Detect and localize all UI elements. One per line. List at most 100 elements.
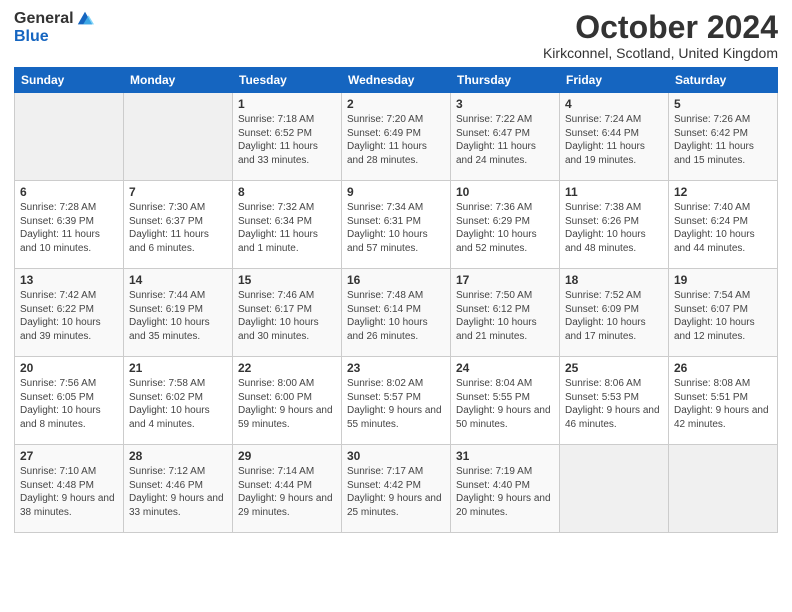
day-detail: Sunrise: 7:46 AM Sunset: 6:17 PM Dayligh…: [238, 289, 336, 343]
day-number: 14: [129, 273, 227, 287]
day-detail: Sunrise: 8:04 AM Sunset: 5:55 PM Dayligh…: [456, 377, 554, 431]
header: General Blue October 2024 Kirkconnel, Sc…: [14, 10, 778, 61]
day-cell: 23 Sunrise: 8:02 AM Sunset: 5:57 PM Dayli…: [342, 357, 451, 445]
day-detail: Sunrise: 8:00 AM Sunset: 6:00 PM Dayligh…: [238, 377, 336, 431]
day-number: 25: [565, 361, 663, 375]
day-cell: 29 Sunrise: 7:14 AM Sunset: 4:44 PM Dayli…: [233, 445, 342, 533]
week-row-2: 6 Sunrise: 7:28 AM Sunset: 6:39 PM Daylig…: [15, 181, 778, 269]
day-detail: Sunrise: 7:17 AM Sunset: 4:42 PM Dayligh…: [347, 465, 445, 519]
day-number: 2: [347, 97, 445, 111]
day-cell: 2 Sunrise: 7:20 AM Sunset: 6:49 PM Daylig…: [342, 93, 451, 181]
day-cell: 14 Sunrise: 7:44 AM Sunset: 6:19 PM Dayli…: [124, 269, 233, 357]
day-cell: 5 Sunrise: 7:26 AM Sunset: 6:42 PM Daylig…: [669, 93, 778, 181]
day-number: 18: [565, 273, 663, 287]
day-cell: [15, 93, 124, 181]
day-detail: Sunrise: 7:34 AM Sunset: 6:31 PM Dayligh…: [347, 201, 445, 255]
location: Kirkconnel, Scotland, United Kingdom: [543, 45, 778, 61]
col-sunday: Sunday: [15, 68, 124, 93]
page: General Blue October 2024 Kirkconnel, Sc…: [0, 0, 792, 612]
day-number: 8: [238, 185, 336, 199]
day-detail: Sunrise: 7:56 AM Sunset: 6:05 PM Dayligh…: [20, 377, 118, 431]
day-cell: 9 Sunrise: 7:34 AM Sunset: 6:31 PM Daylig…: [342, 181, 451, 269]
header-row: Sunday Monday Tuesday Wednesday Thursday…: [15, 68, 778, 93]
day-cell: 24 Sunrise: 8:04 AM Sunset: 5:55 PM Dayli…: [451, 357, 560, 445]
day-cell: 27 Sunrise: 7:10 AM Sunset: 4:48 PM Dayli…: [15, 445, 124, 533]
calendar-table: Sunday Monday Tuesday Wednesday Thursday…: [14, 67, 778, 533]
day-number: 4: [565, 97, 663, 111]
day-cell: 21 Sunrise: 7:58 AM Sunset: 6:02 PM Dayli…: [124, 357, 233, 445]
col-monday: Monday: [124, 68, 233, 93]
day-detail: Sunrise: 8:02 AM Sunset: 5:57 PM Dayligh…: [347, 377, 445, 431]
logo-blue: Blue: [14, 28, 49, 46]
day-detail: Sunrise: 7:10 AM Sunset: 4:48 PM Dayligh…: [20, 465, 118, 519]
day-cell: 26Sunrise: 8:08 AM Sunset: 5:51 PM Dayli…: [669, 357, 778, 445]
day-number: 19: [674, 273, 772, 287]
day-detail: Sunrise: 7:58 AM Sunset: 6:02 PM Dayligh…: [129, 377, 227, 431]
col-saturday: Saturday: [669, 68, 778, 93]
col-tuesday: Tuesday: [233, 68, 342, 93]
day-number: 5: [674, 97, 772, 111]
day-number: 24: [456, 361, 554, 375]
day-cell: 22 Sunrise: 8:00 AM Sunset: 6:00 PM Dayli…: [233, 357, 342, 445]
day-number: 12: [674, 185, 772, 199]
day-cell: 30 Sunrise: 7:17 AM Sunset: 4:42 PM Dayli…: [342, 445, 451, 533]
day-detail: Sunrise: 7:14 AM Sunset: 4:44 PM Dayligh…: [238, 465, 336, 519]
logo: General Blue: [14, 10, 94, 46]
day-detail: Sunrise: 7:12 AM Sunset: 4:46 PM Dayligh…: [129, 465, 227, 519]
day-cell: 25 Sunrise: 8:06 AM Sunset: 5:53 PM Dayli…: [560, 357, 669, 445]
day-detail: Sunrise: 7:20 AM Sunset: 6:49 PM Dayligh…: [347, 113, 445, 167]
day-detail: Sunrise: 7:19 AM Sunset: 4:40 PM Dayligh…: [456, 465, 554, 519]
day-cell: 6 Sunrise: 7:28 AM Sunset: 6:39 PM Daylig…: [15, 181, 124, 269]
day-cell: 28Sunrise: 7:12 AM Sunset: 4:46 PM Dayli…: [124, 445, 233, 533]
day-cell: 15Sunrise: 7:46 AM Sunset: 6:17 PM Dayli…: [233, 269, 342, 357]
day-cell: [669, 445, 778, 533]
day-number: 1: [238, 97, 336, 111]
day-number: 30: [347, 449, 445, 463]
week-row-1: 1 Sunrise: 7:18 AM Sunset: 6:52 PM Daylig…: [15, 93, 778, 181]
day-cell: 8 Sunrise: 7:32 AM Sunset: 6:34 PM Daylig…: [233, 181, 342, 269]
day-number: 23: [347, 361, 445, 375]
day-number: 27: [20, 449, 118, 463]
day-cell: 3Sunrise: 7:22 AM Sunset: 6:47 PM Daylig…: [451, 93, 560, 181]
week-row-3: 13Sunrise: 7:42 AM Sunset: 6:22 PM Dayli…: [15, 269, 778, 357]
week-row-4: 20Sunrise: 7:56 AM Sunset: 6:05 PM Dayli…: [15, 357, 778, 445]
title-section: October 2024 Kirkconnel, Scotland, Unite…: [543, 10, 778, 61]
week-row-5: 27 Sunrise: 7:10 AM Sunset: 4:48 PM Dayli…: [15, 445, 778, 533]
day-detail: Sunrise: 7:42 AM Sunset: 6:22 PM Dayligh…: [20, 289, 118, 343]
day-cell: 11Sunrise: 7:38 AM Sunset: 6:26 PM Dayli…: [560, 181, 669, 269]
day-cell: 20Sunrise: 7:56 AM Sunset: 6:05 PM Dayli…: [15, 357, 124, 445]
col-wednesday: Wednesday: [342, 68, 451, 93]
day-detail: Sunrise: 8:06 AM Sunset: 5:53 PM Dayligh…: [565, 377, 663, 431]
col-friday: Friday: [560, 68, 669, 93]
day-detail: Sunrise: 7:26 AM Sunset: 6:42 PM Dayligh…: [674, 113, 772, 167]
day-cell: 1 Sunrise: 7:18 AM Sunset: 6:52 PM Daylig…: [233, 93, 342, 181]
day-cell: 12 Sunrise: 7:40 AM Sunset: 6:24 PM Dayli…: [669, 181, 778, 269]
day-number: 29: [238, 449, 336, 463]
day-number: 6: [20, 185, 118, 199]
day-detail: Sunrise: 7:22 AM Sunset: 6:47 PM Dayligh…: [456, 113, 554, 167]
day-cell: [560, 445, 669, 533]
day-cell: 10 Sunrise: 7:36 AM Sunset: 6:29 PM Dayli…: [451, 181, 560, 269]
day-number: 22: [238, 361, 336, 375]
day-detail: Sunrise: 7:54 AM Sunset: 6:07 PM Dayligh…: [674, 289, 772, 343]
day-number: 17: [456, 273, 554, 287]
day-number: 10: [456, 185, 554, 199]
day-number: 16: [347, 273, 445, 287]
day-cell: 7Sunrise: 7:30 AM Sunset: 6:37 PM Daylig…: [124, 181, 233, 269]
day-cell: 31Sunrise: 7:19 AM Sunset: 4:40 PM Dayli…: [451, 445, 560, 533]
day-number: 9: [347, 185, 445, 199]
day-cell: 19 Sunrise: 7:54 AM Sunset: 6:07 PM Dayli…: [669, 269, 778, 357]
day-detail: Sunrise: 7:48 AM Sunset: 6:14 PM Dayligh…: [347, 289, 445, 343]
day-number: 11: [565, 185, 663, 199]
day-detail: Sunrise: 7:50 AM Sunset: 6:12 PM Dayligh…: [456, 289, 554, 343]
day-detail: Sunrise: 7:32 AM Sunset: 6:34 PM Dayligh…: [238, 201, 336, 255]
day-cell: 18Sunrise: 7:52 AM Sunset: 6:09 PM Dayli…: [560, 269, 669, 357]
day-detail: Sunrise: 7:28 AM Sunset: 6:39 PM Dayligh…: [20, 201, 118, 255]
day-detail: Sunrise: 7:40 AM Sunset: 6:24 PM Dayligh…: [674, 201, 772, 255]
day-number: 7: [129, 185, 227, 199]
col-thursday: Thursday: [451, 68, 560, 93]
day-detail: Sunrise: 7:18 AM Sunset: 6:52 PM Dayligh…: [238, 113, 336, 167]
day-number: 21: [129, 361, 227, 375]
day-detail: Sunrise: 7:44 AM Sunset: 6:19 PM Dayligh…: [129, 289, 227, 343]
day-detail: Sunrise: 7:36 AM Sunset: 6:29 PM Dayligh…: [456, 201, 554, 255]
